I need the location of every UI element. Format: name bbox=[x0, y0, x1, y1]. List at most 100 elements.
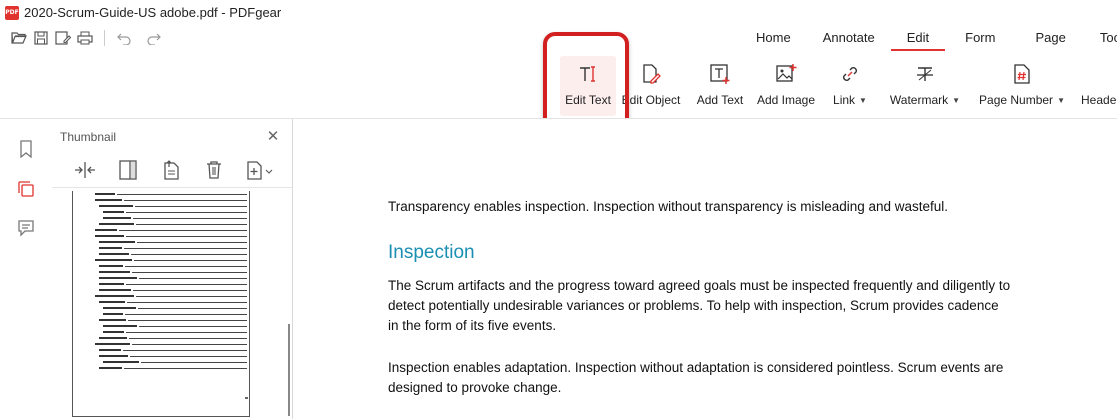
undo-icon[interactable] bbox=[113, 27, 135, 49]
thumbnail-toc-entry bbox=[95, 295, 134, 297]
edit-object-label: Edit Object bbox=[621, 93, 681, 107]
thumbnails-icon[interactable] bbox=[16, 179, 36, 199]
thumbnail-toc-entry bbox=[99, 241, 135, 243]
thumbnail-page-number bbox=[245, 397, 248, 399]
watermark-icon bbox=[917, 67, 933, 81]
thumbnail-toc-leader bbox=[132, 344, 247, 345]
save-icon[interactable] bbox=[30, 27, 52, 49]
extract-page-icon[interactable] bbox=[158, 158, 184, 182]
thumbnail-toc-leader bbox=[127, 302, 247, 303]
watermark-button[interactable]: Watermark ▼ bbox=[888, 56, 962, 116]
insert-page-icon[interactable] bbox=[244, 158, 278, 182]
left-nav-bar bbox=[0, 119, 53, 419]
header-label: Heade bbox=[1081, 93, 1117, 107]
heading-inspection[interactable]: Inspection bbox=[388, 242, 475, 264]
thumbnail-toc-entry bbox=[99, 319, 126, 321]
thumbnail-toc-entry bbox=[103, 217, 131, 219]
paragraph-line: Inspection enables adaptation. Inspectio… bbox=[388, 360, 1004, 375]
thumbnail-toc-entry bbox=[99, 289, 131, 291]
thumbnail-toolbar-divider bbox=[52, 187, 292, 188]
paragraph-line: detect potentially undesirable variances… bbox=[388, 298, 999, 313]
thumbnail-toc-entry bbox=[95, 343, 130, 345]
thumbnail-toc-entry bbox=[99, 283, 124, 285]
thumbnail-toc-entry bbox=[95, 259, 132, 261]
tab-home[interactable]: Home bbox=[740, 27, 807, 49]
thumbnail-toolbar bbox=[72, 157, 295, 183]
thumbnail-toc-entry bbox=[103, 325, 137, 327]
thumbnail-scrollbar[interactable] bbox=[288, 324, 290, 416]
pdfgear-logo-icon: PDF bbox=[5, 5, 19, 20]
link-icon bbox=[843, 67, 857, 81]
tab-edit[interactable]: Edit bbox=[890, 27, 946, 51]
thumbnail-toc-leader bbox=[132, 272, 247, 273]
thumbnail-toc-leader bbox=[138, 308, 247, 309]
paragraph-line: designed to provoke change. bbox=[388, 380, 562, 395]
page-layout-icon[interactable] bbox=[115, 158, 141, 182]
thumbnail-toc-leader bbox=[126, 236, 247, 237]
tab-annotate[interactable]: Annotate bbox=[807, 27, 891, 49]
thumbnail-toc-leader bbox=[130, 356, 247, 357]
thumbnail-toc-entry bbox=[95, 193, 115, 195]
link-button[interactable]: Link ▼ bbox=[828, 56, 872, 116]
print-icon[interactable] bbox=[74, 27, 96, 49]
thumbnail-toc-leader bbox=[135, 206, 247, 207]
thumbnail-toc-entry bbox=[95, 199, 122, 201]
thumbnail-toc-leader bbox=[125, 266, 247, 267]
paragraph-transparency[interactable]: Transparency enables inspection. Inspect… bbox=[388, 197, 1028, 217]
toolbar-divider bbox=[104, 30, 105, 46]
add-text-button[interactable]: Add Text bbox=[693, 56, 747, 116]
thumbnail-toc-leader bbox=[124, 200, 247, 201]
window-title: 2020-Scrum-Guide-US adobe.pdf - PDFgear bbox=[24, 5, 282, 20]
add-image-icon bbox=[776, 64, 797, 82]
paragraph-inspection[interactable]: The Scrum artifacts and the progress tow… bbox=[388, 276, 1028, 336]
thumbnail-toc-leader bbox=[124, 248, 247, 249]
thumbnail-toc-leader bbox=[131, 254, 247, 255]
thumbnail-toc-entry bbox=[103, 307, 136, 309]
add-text-icon bbox=[710, 64, 730, 84]
split-page-icon[interactable] bbox=[72, 158, 98, 182]
title-bar: PDF 2020-Scrum-Guide-US adobe.pdf - PDFg… bbox=[0, 0, 1117, 25]
thumbnail-toc-entry bbox=[99, 223, 134, 225]
paragraph-line: in the form of its five events. bbox=[388, 318, 557, 333]
page-thumbnail[interactable] bbox=[72, 191, 250, 417]
thumbnail-toc-leader bbox=[126, 212, 247, 213]
paragraph-line: The Scrum artifacts and the progress tow… bbox=[388, 278, 1011, 293]
add-image-button[interactable]: Add Image bbox=[754, 56, 818, 116]
paragraph-adaptation[interactable]: Inspection enables adaptation. Inspectio… bbox=[388, 358, 1028, 398]
thumbnail-toc-entry bbox=[95, 235, 124, 237]
thumbnail-toc-entry bbox=[99, 253, 129, 255]
thumbnail-panel: Thumbnail ✕ bbox=[52, 119, 293, 419]
thumbnail-toc-leader bbox=[137, 242, 247, 243]
thumbnail-toc-leader bbox=[133, 290, 247, 291]
save-as-icon[interactable] bbox=[52, 27, 74, 49]
bookmark-icon[interactable] bbox=[16, 139, 36, 159]
thumbnail-toc-leader bbox=[134, 260, 247, 261]
edit-object-icon bbox=[643, 64, 661, 84]
thumbnail-toc-entry bbox=[103, 361, 139, 363]
thumbnail-toc-entry bbox=[99, 355, 128, 357]
thumbnail-toc-leader bbox=[139, 278, 247, 279]
thumbnail-toc-entry bbox=[103, 313, 123, 315]
thumbnail-toc-leader bbox=[141, 362, 247, 363]
thumbnail-panel-title: Thumbnail bbox=[60, 130, 117, 144]
tab-form[interactable]: Form bbox=[945, 27, 1015, 49]
edit-object-button[interactable]: Edit Object bbox=[620, 56, 682, 116]
thumbnail-toc-entry bbox=[99, 205, 133, 207]
tab-tools[interactable]: Tools bbox=[1086, 27, 1117, 49]
thumbnail-toc-leader bbox=[133, 218, 247, 219]
thumbnail-toc-leader bbox=[123, 350, 247, 351]
thumbnail-toc-entry bbox=[99, 271, 130, 273]
redo-icon[interactable] bbox=[143, 27, 165, 49]
close-icon[interactable]: ✕ bbox=[265, 128, 281, 145]
thumbnail-toc-leader bbox=[125, 314, 247, 315]
document-view: Transparency enables inspection. Inspect… bbox=[293, 119, 1117, 419]
thumbnail-toc-leader bbox=[128, 320, 247, 321]
open-folder-icon[interactable] bbox=[8, 27, 30, 49]
page-number-label: Page Number bbox=[979, 93, 1054, 107]
delete-page-icon[interactable] bbox=[201, 158, 227, 182]
tab-page[interactable]: Page bbox=[1015, 27, 1085, 49]
chevron-down-icon: ▼ bbox=[1057, 95, 1065, 105]
comment-icon[interactable] bbox=[16, 218, 36, 238]
page-number-button[interactable]: Page Number ▼ bbox=[978, 56, 1066, 116]
header-button[interactable]: Heade bbox=[1081, 56, 1117, 116]
